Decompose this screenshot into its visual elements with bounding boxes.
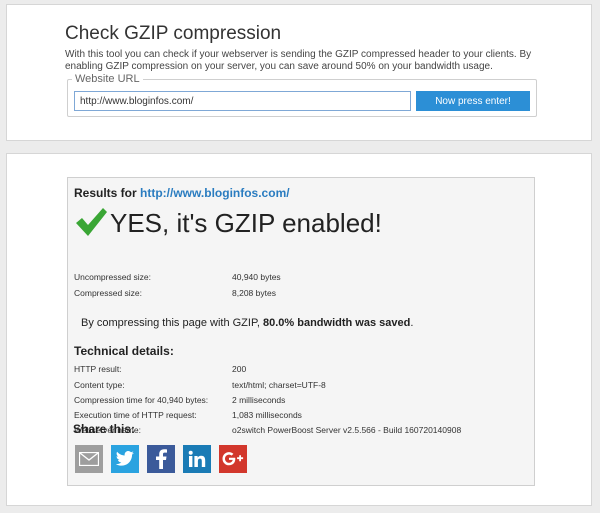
linkedin-icon (188, 450, 206, 467)
tech-value: 2 milliseconds (232, 395, 286, 405)
tech-label: Compression time for 40,940 bytes: (74, 395, 209, 405)
twitter-icon (115, 451, 134, 466)
checkmark-icon (76, 208, 107, 236)
saved-prefix: By compressing this page with GZIP, (81, 317, 260, 329)
share-email-button[interactable] (75, 445, 103, 473)
gzip-check-form-panel: Check GZIP compression With this tool yo… (6, 4, 592, 141)
tech-row: Compression time for 40,940 bytes: 2 mil… (74, 395, 285, 405)
saved-percentage: 80.0% bandwidth was saved (263, 317, 411, 329)
compressed-size-value: 8,208 bytes (232, 288, 276, 298)
tech-label: Content type: (74, 380, 125, 390)
saved-suffix: . (410, 317, 414, 329)
technical-details-heading: Technical details: (74, 344, 174, 358)
results-heading-prefix: Results for (74, 186, 137, 200)
google-plus-icon (222, 452, 244, 466)
uncompressed-size-label: Uncompressed size: (74, 272, 152, 282)
results-url-link[interactable]: http://www.bloginfos.com/ (140, 186, 290, 200)
tech-row: Execution time of HTTP request: 1,083 mi… (74, 410, 302, 420)
email-icon (79, 452, 99, 466)
tech-value: 200 (232, 364, 247, 374)
uncompressed-size-row: Uncompressed size: 40,940 bytes (74, 272, 281, 282)
tech-row: HTTP result: 200 (74, 364, 246, 374)
gzip-verdict: YES, it's GZIP enabled! (110, 208, 382, 238)
share-twitter-button[interactable] (111, 445, 139, 473)
bandwidth-saved-text: By compressing this page with GZIP, 80.0… (81, 317, 413, 329)
compressed-size-label: Compressed size: (74, 288, 143, 298)
tech-label: HTTP result: (74, 364, 122, 374)
tech-row: Content type: text/html; charset=UTF-8 (74, 380, 326, 390)
tech-value: o2switch PowerBoost Server v2.5.566 - Bu… (232, 425, 462, 435)
tech-value: text/html; charset=UTF-8 (232, 380, 326, 390)
submit-button[interactable]: Now press enter! (416, 91, 530, 111)
share-google-plus-button[interactable] (219, 445, 247, 473)
website-url-legend: Website URL (75, 73, 140, 85)
results-box: Results for http://www.bloginfos.com/ YE… (67, 177, 535, 486)
tool-description: With this tool you can check if your web… (65, 49, 532, 72)
results-heading: Results for http://www.bloginfos.com/ (74, 186, 290, 200)
tech-value: 1,083 milliseconds (232, 410, 302, 420)
page-title: Check GZIP compression (65, 23, 282, 44)
share-heading: Share this: (73, 422, 136, 436)
share-linkedin-button[interactable] (183, 445, 211, 473)
tech-label: Execution time of HTTP request: (74, 410, 197, 420)
website-url-input[interactable] (74, 91, 411, 111)
facebook-icon (156, 449, 167, 469)
compressed-size-row: Compressed size: 8,208 bytes (74, 288, 276, 298)
share-facebook-button[interactable] (147, 445, 175, 473)
results-panel: Results for http://www.bloginfos.com/ YE… (6, 153, 592, 506)
uncompressed-size-value: 40,940 bytes (232, 272, 281, 282)
website-url-fieldset: Website URL Now press enter! (67, 73, 537, 117)
